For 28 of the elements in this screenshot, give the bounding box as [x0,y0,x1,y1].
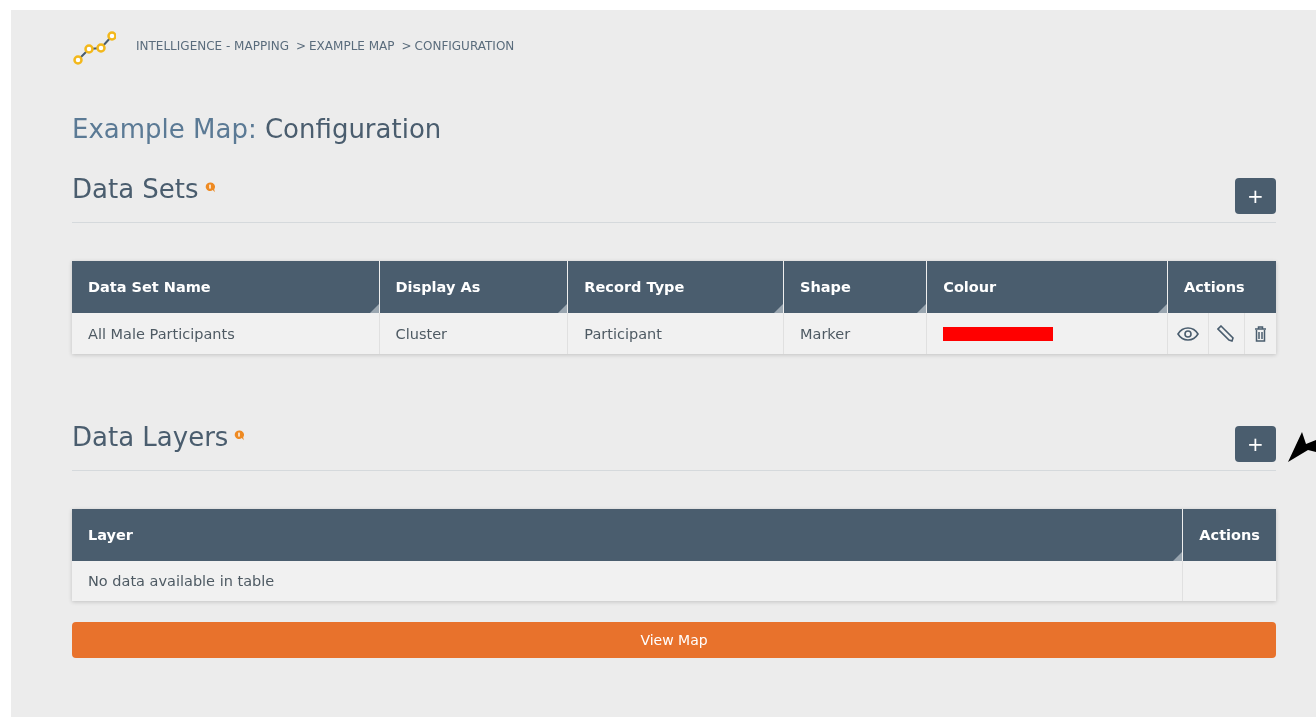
table-cell: Participant [567,313,784,354]
pencil-icon[interactable] [1217,324,1236,343]
column-header[interactable]: Shape [783,261,927,313]
column-header[interactable]: Record Type [567,261,784,313]
column-header[interactable]: Actions [1182,509,1276,561]
column-header[interactable]: Actions [1167,261,1276,313]
column-header[interactable]: Colour [926,261,1168,313]
eye-icon[interactable] [1177,326,1199,341]
section-title: Data Layers [72,422,229,452]
breadcrumb-link[interactable]: INTELLIGENCE - MAPPING [136,39,289,53]
page-title-prefix: Example Map: [72,114,257,144]
page-title: Configuration [264,114,442,144]
chevron-icon: > [401,39,412,53]
empty-table-message: No data available in table [72,561,1183,601]
breadcrumb-link[interactable]: EXAMPLE MAP [309,39,395,53]
table-cell: All Male Participants [72,313,380,354]
add-button[interactable]: + [1235,178,1276,214]
column-header[interactable]: Data Set Name [72,261,380,313]
chevron-icon: > [295,39,307,53]
trash-icon[interactable] [1254,325,1267,342]
table-cell: Cluster [379,313,568,354]
table-cell: Marker [783,313,927,354]
section-title: Data Sets [72,174,199,204]
breadcrumb-link[interactable]: CONFIGURATION [414,39,515,53]
column-header[interactable]: Display As [379,261,568,313]
column-header[interactable]: Layer [72,509,1183,561]
add-button[interactable]: + [1235,426,1276,462]
arrow-icon [1288,432,1316,462]
